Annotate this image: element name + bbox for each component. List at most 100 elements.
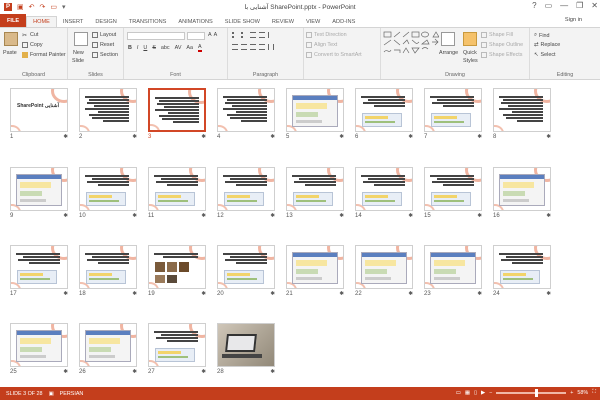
shape-fill-button[interactable]: Shape Fill	[481, 32, 513, 38]
shape-outline-button[interactable]: Shape Outline	[481, 42, 523, 48]
transition-star-icon[interactable]: ✱	[339, 213, 344, 219]
slide-thumbnail[interactable]: 8 ✱	[493, 88, 551, 142]
fit-to-window-icon[interactable]: ⛶	[592, 389, 596, 396]
slide-thumbnail[interactable]: 17 ✱	[10, 245, 68, 299]
tab-home[interactable]: HOME	[26, 16, 57, 27]
tab-transitions[interactable]: TRANSITIONS	[123, 16, 173, 27]
decrease-indent-icon[interactable]	[250, 32, 256, 38]
new-slide-button-2[interactable]: Slide	[72, 58, 84, 64]
tab-slide-show[interactable]: SLIDE SHOW	[219, 16, 266, 27]
slide-thumbnail[interactable]: 7 ✱	[424, 88, 482, 142]
slide-thumbnail[interactable]: 16 ✱	[493, 167, 551, 221]
shadow-button[interactable]: abc	[161, 45, 170, 51]
help-icon[interactable]: ?	[532, 1, 536, 10]
transition-star-icon[interactable]: ✱	[270, 369, 275, 375]
slide-preview[interactable]	[286, 245, 344, 289]
slide-thumbnail[interactable]: 21 ✱	[286, 245, 344, 299]
transition-star-icon[interactable]: ✱	[270, 134, 275, 140]
customize-qat-icon[interactable]: ▾	[62, 4, 66, 11]
quick-styles-button[interactable]: Quick	[463, 50, 477, 56]
slide-preview[interactable]	[10, 167, 68, 211]
slideshow-start-icon[interactable]: ▭	[50, 4, 57, 11]
transition-star-icon[interactable]: ✱	[339, 291, 344, 297]
paste-button[interactable]: Paste	[3, 50, 17, 56]
slide-thumbnail[interactable]: 13 ✱	[286, 167, 344, 221]
slide-thumbnail[interactable]: 27 ✱	[148, 323, 206, 377]
line-spacing-icon[interactable]	[268, 32, 274, 38]
maximize-icon[interactable]: ❐	[576, 1, 583, 10]
slide-preview[interactable]	[493, 245, 551, 289]
shape-effects-button[interactable]: Shape Effects	[481, 52, 522, 58]
char-spacing-button[interactable]: AV	[175, 45, 182, 51]
tab-add-ins[interactable]: ADD-INS	[326, 16, 361, 27]
slide-preview[interactable]	[148, 323, 206, 367]
section-button[interactable]: Section	[92, 52, 118, 58]
slide-preview[interactable]	[10, 323, 68, 367]
close-icon[interactable]: ✕	[591, 1, 598, 10]
find-button[interactable]: ⌕ Find	[534, 32, 550, 39]
select-button[interactable]: ↖ Select	[534, 52, 556, 58]
transition-star-icon[interactable]: ✱	[201, 291, 206, 297]
transition-star-icon[interactable]: ✱	[63, 213, 68, 219]
font-name-combo[interactable]	[127, 32, 185, 40]
slide-preview[interactable]	[286, 88, 344, 132]
slide-thumbnail[interactable]: 18 ✱	[79, 245, 137, 299]
reset-button[interactable]: Reset	[92, 42, 114, 48]
transition-star-icon[interactable]: ✱	[546, 213, 551, 219]
reading-view-icon[interactable]: ▯	[474, 390, 477, 396]
slide-preview[interactable]	[79, 88, 137, 132]
zoom-out-icon[interactable]: −	[489, 390, 492, 396]
slide-thumbnail[interactable]: 28 ✱	[217, 323, 275, 377]
transition-star-icon[interactable]: ✱	[408, 213, 413, 219]
transition-star-icon[interactable]: ✱	[546, 291, 551, 297]
transition-star-icon[interactable]: ✱	[339, 134, 344, 140]
bold-button[interactable]: B	[128, 45, 132, 51]
transition-star-icon[interactable]: ✱	[132, 369, 137, 375]
increase-indent-icon[interactable]	[259, 32, 265, 38]
transition-star-icon[interactable]: ✱	[63, 134, 68, 140]
align-center-icon[interactable]	[241, 44, 247, 50]
slide-preview[interactable]	[10, 245, 68, 289]
minimize-icon[interactable]: —	[560, 1, 568, 10]
slide-thumbnail[interactable]: 6 ✱	[355, 88, 413, 142]
arrange-button[interactable]: Arrange	[439, 50, 458, 56]
transition-star-icon[interactable]: ✱	[63, 369, 68, 375]
zoom-slider-thumb[interactable]	[535, 388, 539, 397]
slide-thumbnail[interactable]: 19 ✱	[148, 245, 206, 299]
slide-thumbnail[interactable]: 5 ✱	[286, 88, 344, 142]
smartart-button[interactable]: Convert to SmartArt	[306, 52, 362, 58]
transition-star-icon[interactable]: ✱	[477, 213, 482, 219]
justify-icon[interactable]	[259, 44, 265, 50]
layout-button[interactable]: Layout	[92, 32, 116, 38]
grow-font-icon[interactable]: A	[208, 32, 212, 38]
transition-star-icon[interactable]: ✱	[132, 213, 137, 219]
slide-thumbnail[interactable]: 24 ✱	[493, 245, 551, 299]
quick-styles-icon[interactable]	[463, 32, 477, 46]
tab-review[interactable]: REVIEW	[266, 16, 300, 27]
slideshow-view-icon[interactable]: ▶	[481, 390, 485, 396]
align-text-button[interactable]: Align Text	[306, 42, 337, 48]
bullets-icon[interactable]	[232, 32, 238, 38]
slide-preview[interactable]	[217, 245, 275, 289]
transition-star-icon[interactable]: ✱	[63, 291, 68, 297]
transition-star-icon[interactable]: ✱	[201, 369, 206, 375]
tab-view[interactable]: VIEW	[300, 16, 326, 27]
slide-preview[interactable]	[493, 88, 551, 132]
format-painter-button[interactable]: Format Painter	[22, 52, 66, 58]
transition-star-icon[interactable]: ✱	[201, 134, 206, 140]
slide-preview[interactable]	[79, 167, 137, 211]
transition-star-icon[interactable]: ✱	[546, 134, 551, 140]
slide-thumbnail[interactable]: 14 ✱	[355, 167, 413, 221]
replace-button[interactable]: ⇄ Replace	[534, 42, 560, 48]
slide-preview[interactable]	[148, 245, 206, 289]
slide-thumbnail[interactable]: 15 ✱	[424, 167, 482, 221]
slide-thumbnail[interactable]: 22 ✱	[355, 245, 413, 299]
slide-thumbnail[interactable]: 4 ✱	[217, 88, 275, 142]
tab-design[interactable]: DESIGN	[89, 16, 122, 27]
zoom-slider[interactable]	[496, 388, 567, 397]
arrange-icon[interactable]	[441, 32, 455, 46]
slide-thumbnail[interactable]: 20 ✱	[217, 245, 275, 299]
slide-thumbnail[interactable]: 25 ✱	[10, 323, 68, 377]
slide-preview[interactable]	[79, 245, 137, 289]
paste-icon[interactable]	[4, 32, 18, 46]
